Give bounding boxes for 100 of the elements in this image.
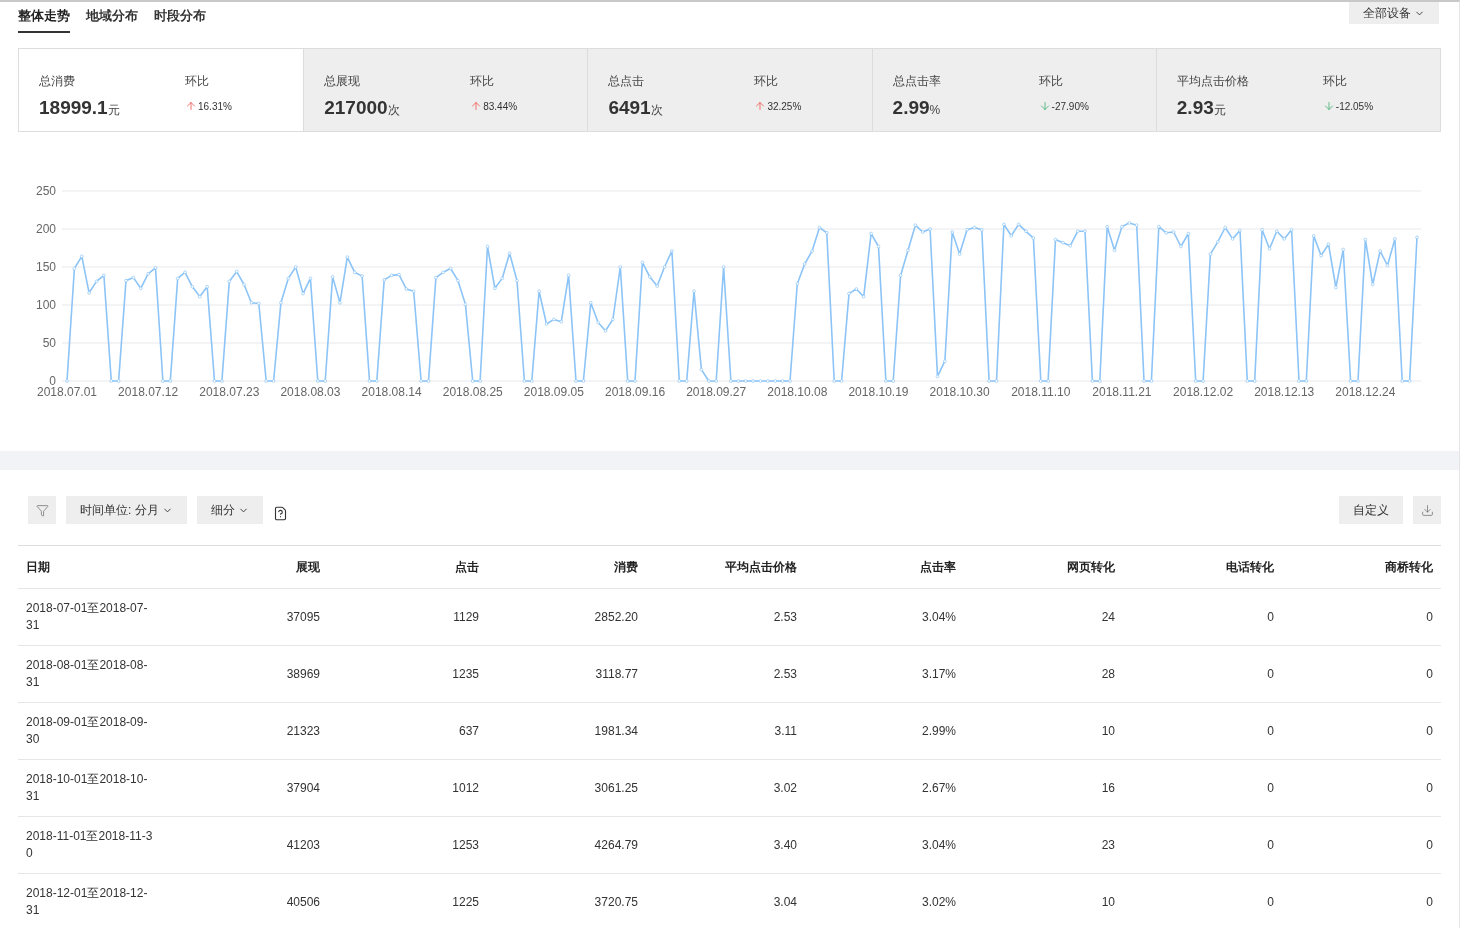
column-header: 电话转化 (1225, 558, 1275, 576)
axis-label: 2018.12.24 (1335, 385, 1396, 399)
table-cell-text: 2.99% (920, 724, 957, 738)
table-cell-text: 41203 (285, 838, 321, 852)
change-label: 环比 (185, 73, 209, 90)
table-cell-text: 2.53 (772, 610, 798, 624)
column-header: 网页转化 (1066, 558, 1116, 576)
axis-label: 250 (35, 184, 56, 198)
axis-label: 2018.09.05 (523, 385, 584, 399)
axis-label: 0 (49, 374, 56, 388)
change-label: 环比 (470, 73, 495, 90)
change-value: 83.44% (483, 100, 518, 112)
axis-label: 2018.10.08 (767, 385, 828, 399)
unit-label: 次 (387, 103, 400, 119)
table-cell-text: 2018-07-01至2018-07-31 (25, 600, 149, 634)
table-cell-text: 3.04% (920, 838, 957, 852)
table-cell-text: 21323 (285, 724, 321, 738)
table-cell-text: 1981.34 (593, 724, 639, 738)
unit-label: 元 (107, 102, 120, 119)
unit-label: 次 (650, 103, 663, 119)
table-cell-text: 0 (1425, 667, 1434, 681)
column-header: 消费 (613, 558, 639, 576)
table-cell-text: 3061.25 (593, 781, 639, 795)
axis-label: 2018.08.03 (280, 385, 341, 399)
table-cell-text: 37904 (285, 781, 321, 795)
table-cell-text: 3118.77 (594, 667, 639, 681)
change-label: 环比 (1322, 73, 1347, 90)
table-cell-text: 3.11 (773, 724, 798, 738)
change-value: 32.25% (767, 100, 802, 112)
table-cell-text: 38969 (285, 667, 321, 681)
table-cell-text: 1235 (451, 667, 480, 681)
column-header: 点击率 (919, 558, 957, 576)
axis-label: 2018.12.02 (1173, 385, 1234, 399)
unit-label: 元 (1213, 102, 1226, 119)
stat-value: 18999.1 (39, 97, 108, 119)
axis-label: 100 (35, 298, 56, 312)
change-label: 环比 (1038, 73, 1063, 90)
table-cell-text: 24 (1100, 610, 1116, 624)
axis-label: 2018.08.14 (361, 385, 422, 399)
table-cell-text: 0 (1425, 610, 1434, 624)
table-cell-text: 28 (1100, 667, 1116, 681)
table-cell-text: 0 (1266, 610, 1275, 624)
change-value: 16.31% (198, 100, 232, 112)
axis-label: 2018.12.13 (1254, 385, 1315, 399)
table-cell-text: 3.04% (920, 610, 957, 624)
table-cell-text: 0 (1425, 724, 1434, 738)
stat-label: 总点击率 (892, 73, 941, 90)
table-cell-text: 0 (1425, 838, 1434, 852)
table-cell-text: 23 (1100, 838, 1116, 852)
table-cell-text: 2018-11-01至2018-11-30 (25, 828, 154, 862)
table-cell-text: 2.53 (772, 667, 798, 681)
table-cell-text: 40506 (285, 895, 321, 909)
stat-label: 总消费 (39, 73, 75, 90)
table-cell-text: 10 (1100, 895, 1116, 909)
axis-label: 2018.07.01 (36, 385, 98, 399)
axis-label: 2018.09.16 (605, 385, 666, 399)
table-cell-text: 2018-08-01至2018-08-31 (25, 657, 149, 691)
change-value: -12.05% (1335, 100, 1374, 112)
axis-label: 50 (42, 336, 56, 350)
column-header: 日期 (25, 558, 51, 576)
table-cell-text: 37095 (285, 610, 321, 624)
axis-label: 150 (35, 260, 56, 274)
axis-label: 200 (35, 222, 56, 236)
stat-value: 217000 (324, 97, 388, 119)
change-label: 环比 (754, 73, 779, 90)
stat-value: 2.93 (1176, 97, 1214, 119)
table-cell-text: 4264.79 (593, 838, 639, 852)
axis-label: 2018.11.21 (1092, 385, 1152, 399)
axis-label: 2018.07.12 (118, 385, 179, 399)
axis-label: 2018.08.25 (442, 385, 503, 399)
table-cell-text: 1253 (451, 838, 480, 852)
table-cell-text: 2018-09-01至2018-09-30 (25, 714, 149, 748)
axis-label: 2018.10.19 (848, 385, 909, 399)
unit-label: % (929, 103, 941, 117)
table-cell-text: 637 (457, 724, 480, 738)
stat-label: 平均点击价格 (1176, 73, 1249, 90)
table-cell-text: 0 (1266, 895, 1275, 909)
axis-label: 2018.09.27 (686, 385, 747, 399)
table-cell-text: 1129 (452, 610, 480, 624)
table-cell-text: 3.04 (772, 895, 798, 909)
table-cell-text: 10 (1100, 724, 1116, 738)
table-cell-text: 0 (1266, 838, 1275, 852)
table-cell-text: 0 (1266, 781, 1275, 795)
table-cell-text: 3.02% (920, 895, 957, 909)
axis-label: 2018.11.10 (1011, 385, 1071, 399)
table-cell-text: 3720.75 (593, 895, 639, 909)
table-cell-text: 0 (1425, 895, 1434, 909)
table-cell-text: 2018-10-01至2018-10-31 (25, 771, 149, 805)
table-cell-text: 1225 (451, 895, 480, 909)
table-cell-text: 3.17% (920, 667, 957, 681)
table-cell-text: 3.40 (772, 838, 798, 852)
table-cell-text: 3.02 (772, 781, 798, 795)
table-cell-text: 16 (1100, 781, 1116, 795)
table-cell-text: 0 (1425, 781, 1434, 795)
axis-label: 2018.10.30 (929, 385, 990, 399)
stat-label: 总点击 (608, 73, 645, 90)
column-header: 点击 (454, 558, 480, 576)
table-cell-text: 2018-12-01至2018-12-31 (25, 885, 149, 919)
stat-value: 2.99 (892, 97, 930, 119)
stat-label: 总展现 (324, 73, 361, 90)
